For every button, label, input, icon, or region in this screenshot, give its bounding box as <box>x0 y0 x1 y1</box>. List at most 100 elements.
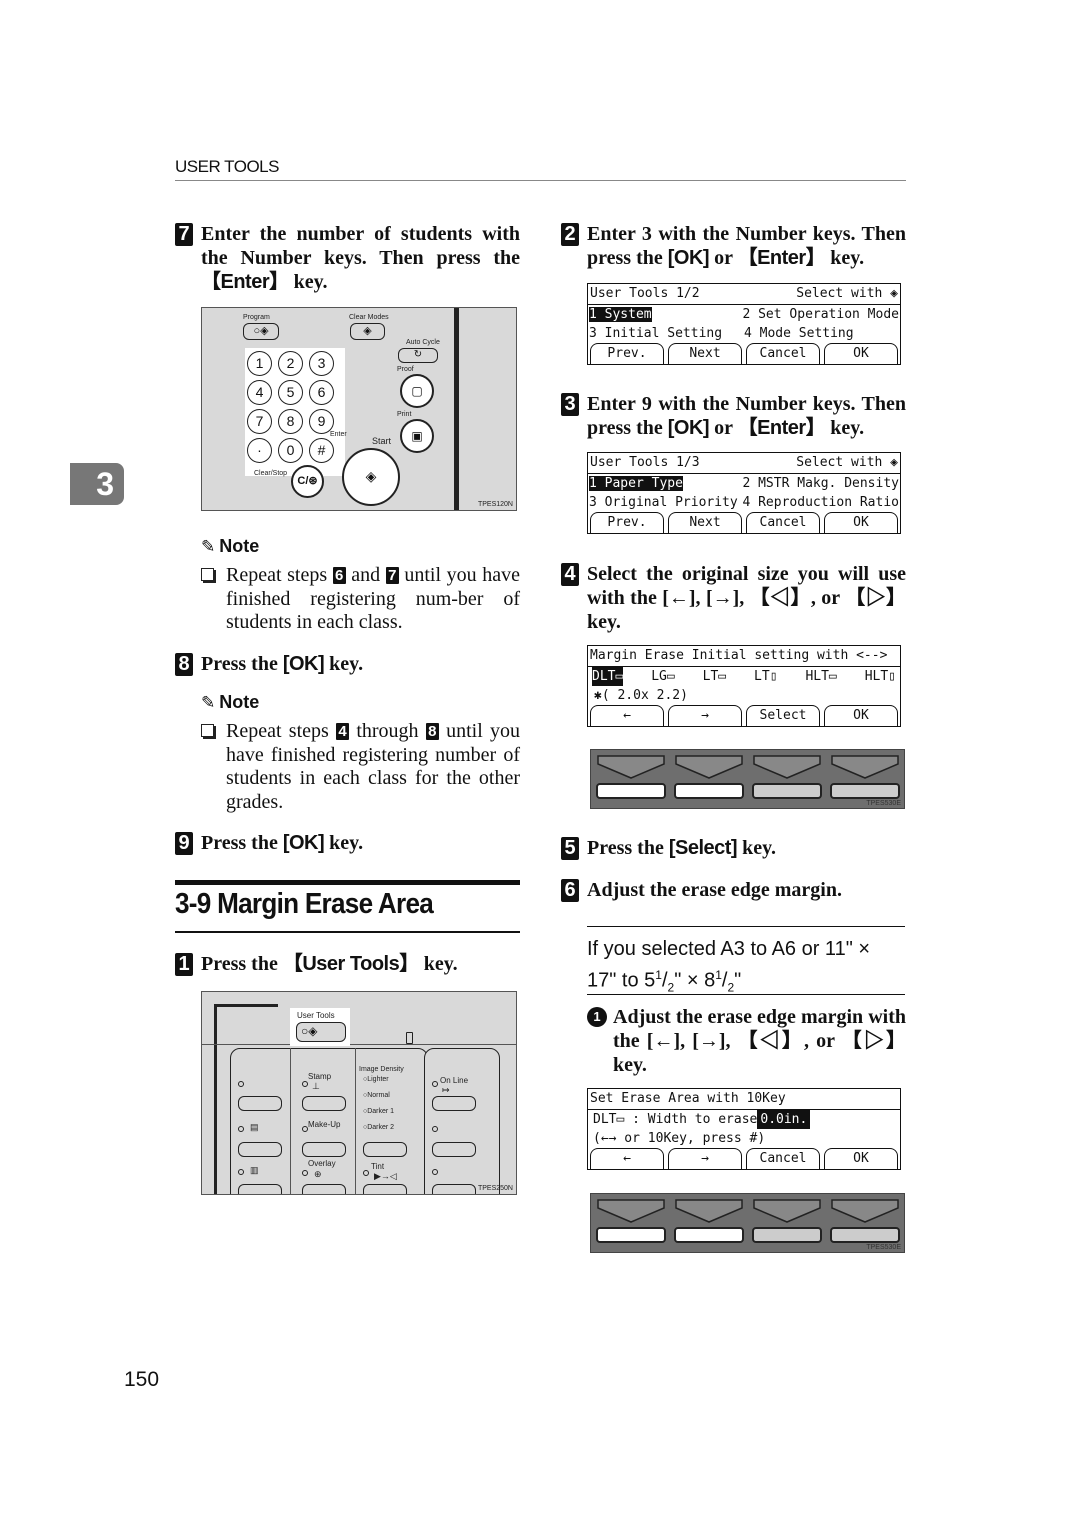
substep-number: 1 <box>587 1007 607 1027</box>
ok-key-label: [OK] <box>667 417 710 439</box>
auto-cycle-key: ↻ <box>398 348 438 363</box>
panel-key <box>432 1142 476 1157</box>
step-number: 9 <box>175 832 193 855</box>
selection-key-3[interactable] <box>752 783 822 799</box>
selection-key-1-arrow-icon <box>597 1199 665 1223</box>
selection-key-2[interactable] <box>674 783 744 799</box>
condition-line-1: If you selected A3 to A6 or 11" × <box>587 938 871 960</box>
menu-item-mstr-makg-density[interactable]: 2 MSTR Makg. Density <box>742 474 899 493</box>
selection-key-4[interactable] <box>830 783 900 799</box>
keypad-key: 8 <box>278 409 303 434</box>
next-button[interactable]: Next <box>668 343 742 364</box>
overlay-key <box>302 1184 346 1194</box>
cancel-button[interactable]: Cancel <box>746 1148 820 1169</box>
left-arrow-button[interactable]: ← <box>590 1148 664 1169</box>
selection-keys-illustration: TPES530E <box>590 1193 905 1253</box>
enter-key-label: 【Enter】 <box>201 271 289 293</box>
ok-button[interactable]: OK <box>824 343 898 364</box>
next-button[interactable]: Next <box>668 512 742 533</box>
selection-key-1[interactable] <box>596 783 666 799</box>
note-2-heading: ✎ Note <box>201 692 259 713</box>
step-ref-8: 8 <box>425 723 439 740</box>
user-tools-panel-illustration: User Tools ○◈ ▤ ▥ Stamp ⊥ Make-Up Overla… <box>201 991 517 1195</box>
keypad-key: 7 <box>247 409 272 434</box>
figure-code: TPES250N <box>477 1185 513 1192</box>
cancel-button[interactable]: Cancel <box>746 343 820 364</box>
keypad-key: 0 <box>278 438 303 463</box>
start-icon: ◈ <box>365 468 377 484</box>
lcd-set-erase-area: Set Erase Area with 10Key DLT▭ : Width t… <box>587 1088 901 1170</box>
menu-item-original-priority[interactable]: 3 Original Priority <box>589 493 742 512</box>
start-label: Start <box>372 436 392 446</box>
image-density-key <box>363 1142 407 1157</box>
width-label: DLT▭ : Width to erase <box>593 1112 758 1127</box>
prev-button[interactable]: Prev. <box>590 343 664 364</box>
left-arrow-button[interactable]: ← <box>590 705 664 726</box>
program-label: Program <box>243 314 270 321</box>
step-text-end: key. <box>825 417 865 439</box>
step-7: 7 Enter the number of students with the … <box>175 222 520 294</box>
menu-item-initial-setting[interactable]: 3 Initial Setting <box>589 324 744 343</box>
prev-button[interactable]: Prev. <box>590 512 664 533</box>
panel-key <box>238 1184 282 1194</box>
size-option-dlt[interactable]: DLT▭ <box>592 667 624 686</box>
step-ref-6: 6 <box>332 567 346 584</box>
step-text-end: key. <box>418 953 458 975</box>
step-text-end: key. <box>324 653 364 675</box>
size-option-lg[interactable]: LG▭ <box>651 667 674 686</box>
step-text-end: key. <box>737 837 776 859</box>
panel-line <box>202 1044 516 1045</box>
image-density-label: Image Density <box>359 1066 404 1073</box>
menu-item-mode-setting[interactable]: 4 Mode Setting <box>744 324 854 343</box>
step-5: 5 Press the [Select] key. <box>561 836 906 860</box>
selection-key-1[interactable] <box>596 1227 666 1243</box>
selection-key-2[interactable] <box>674 1227 744 1243</box>
condition-rule-bottom <box>587 994 905 995</box>
instruction-text: (←→ or 10Key, press #) <box>593 1131 766 1146</box>
note-text: and <box>345 564 386 586</box>
width-value[interactable]: 0.0in. <box>757 1110 811 1129</box>
menu-item-system[interactable]: 1 System <box>589 307 652 322</box>
right-arrow-button[interactable]: → <box>668 1148 742 1169</box>
cancel-button[interactable]: Cancel <box>746 512 820 533</box>
size-option-hlt-landscape[interactable]: HLT▭ <box>805 667 836 686</box>
menu-item-paper-type[interactable]: 1 Paper Type <box>589 476 683 491</box>
size-option-lt-portrait[interactable]: LT▯ <box>754 667 777 686</box>
pencil-icon: ✎ <box>201 693 216 712</box>
keypad-key: 2 <box>278 351 303 376</box>
ok-button[interactable]: OK <box>824 705 898 726</box>
lcd-hint: Select with ◈ <box>796 286 898 301</box>
size-option-hlt-portrait[interactable]: HLT▯ <box>865 667 896 686</box>
step-4: 4 Select the original size you will use … <box>561 562 906 634</box>
keypad-key: # <box>309 438 334 463</box>
clear-modes-key: ◈ <box>350 323 385 340</box>
proof-key: ▢ <box>400 374 434 408</box>
menu-item-set-operation-mode[interactable]: 2 Set Operation Mode <box>742 305 899 324</box>
figure-code: TPES530E <box>866 800 901 807</box>
note-title: Note <box>219 536 260 556</box>
select-button[interactable]: Select <box>746 705 820 726</box>
menu-item-reproduction-ratio[interactable]: 4 Reproduction Ratio <box>742 493 899 512</box>
indicator-led <box>238 1169 244 1175</box>
ok-button[interactable]: OK <box>824 1148 898 1169</box>
selection-key-3[interactable] <box>752 1227 822 1243</box>
program-key: ○◈ <box>243 323 279 340</box>
indicator-led <box>238 1081 244 1087</box>
size-option-lt-landscape[interactable]: LT▭ <box>703 667 726 686</box>
selection-key-2-arrow-icon <box>675 755 743 779</box>
keypad-key: 4 <box>247 380 272 405</box>
condition-text: " × 8 <box>674 969 716 992</box>
panel-key <box>432 1184 476 1194</box>
ok-button[interactable]: OK <box>824 512 898 533</box>
note-title: Note <box>219 692 260 712</box>
section-rule-bottom <box>175 931 520 933</box>
print-key: ▣ <box>400 419 434 453</box>
selection-key-4[interactable] <box>830 1227 900 1243</box>
on-line-key <box>432 1096 476 1111</box>
right-arrow-button[interactable]: → <box>668 705 742 726</box>
step-number: 3 <box>561 393 579 416</box>
section-rule-top <box>175 880 520 885</box>
ok-key-label: [OK] <box>282 653 325 675</box>
note-text: Repeat steps <box>226 720 337 742</box>
lighter-text: Lighter <box>367 1076 389 1083</box>
